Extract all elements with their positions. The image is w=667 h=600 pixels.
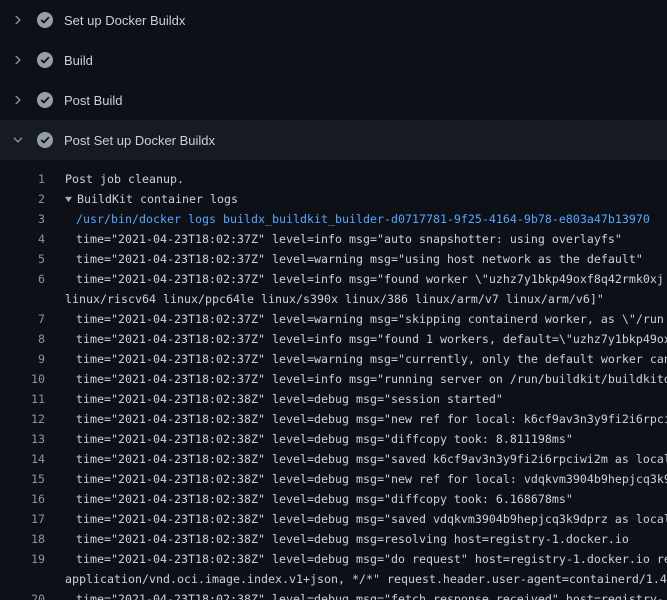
check-circle-icon [37,92,53,108]
log-line-text: time="2021-04-23T18:02:37Z" level=info m… [76,229,622,249]
log-line-number[interactable]: 20 [0,589,45,600]
log-line-number[interactable]: 7 [0,309,45,329]
log-line: 19 time="2021-04-23T18:02:38Z" level=deb… [0,549,667,569]
log-line: 11 time="2021-04-23T18:02:38Z" level=deb… [0,389,667,409]
log-line-text: time="2021-04-23T18:02:38Z" level=debug … [76,509,667,529]
check-circle-icon [37,12,53,28]
log-line-text: time="2021-04-23T18:02:38Z" level=debug … [76,489,573,509]
log-line-number[interactable]: 18 [0,529,45,549]
log-line-text: time="2021-04-23T18:02:38Z" level=debug … [76,549,667,569]
log-line-text: time="2021-04-23T18:02:38Z" level=debug … [76,429,573,449]
log-line-number[interactable]: 15 [0,469,45,489]
log-line: 10 time="2021-04-23T18:02:37Z" level=inf… [0,369,667,389]
log-line-number[interactable]: 4 [0,229,45,249]
collapse-triangle-icon[interactable] [65,196,72,203]
log-line-number[interactable]: 2 [0,189,45,209]
log-line-number[interactable]: 17 [0,509,45,529]
log-line-text: time="2021-04-23T18:02:37Z" level=info m… [76,369,667,389]
log-line-text: time="2021-04-23T18:02:38Z" level=debug … [76,529,629,549]
step-title: Post Build [64,93,123,108]
log-line: 14 time="2021-04-23T18:02:38Z" level=deb… [0,449,667,469]
log-line: linux/riscv64 linux/ppc64le linux/s390x … [0,289,667,309]
log-line-text: time="2021-04-23T18:02:37Z" level=warnin… [76,309,664,329]
log-line-text: BuildKit container logs [65,189,238,209]
log-line-number[interactable]: 5 [0,249,45,269]
log-line-number[interactable]: 12 [0,409,45,429]
log-line-number[interactable]: 6 [0,269,45,289]
step-header-0[interactable]: Set up Docker Buildx [0,0,667,40]
log-line-number[interactable]: 14 [0,449,45,469]
log-line-number[interactable]: 8 [0,329,45,349]
log-line: 17 time="2021-04-23T18:02:38Z" level=deb… [0,509,667,529]
log-line-text: time="2021-04-23T18:02:38Z" level=debug … [76,469,667,489]
log-line: 12 time="2021-04-23T18:02:38Z" level=deb… [0,409,667,429]
log-line-number[interactable]: 10 [0,369,45,389]
log-line-number[interactable]: 11 [0,389,45,409]
log-line: application/vnd.oci.image.index.v1+json,… [0,569,667,589]
log-line: 1 Post job cleanup. [0,169,667,189]
log-line-text: application/vnd.oci.image.index.v1+json,… [65,569,667,589]
log-line-text: time="2021-04-23T18:02:37Z" level=warnin… [76,249,643,269]
log-line-number[interactable]: 19 [0,549,45,569]
log-line-text: time="2021-04-23T18:02:38Z" level=debug … [76,409,667,429]
log-line: 6 time="2021-04-23T18:02:37Z" level=info… [0,269,667,289]
chevron-right-icon [12,54,24,66]
log-line-text: linux/riscv64 linux/ppc64le linux/s390x … [65,289,604,309]
log-line-text: time="2021-04-23T18:02:37Z" level=warnin… [76,349,667,369]
log-line: 4 time="2021-04-23T18:02:37Z" level=info… [0,229,667,249]
log-line-number[interactable]: 3 [0,209,45,229]
log-line: 15 time="2021-04-23T18:02:38Z" level=deb… [0,469,667,489]
log-line-text: time="2021-04-23T18:02:37Z" level=info m… [76,329,667,349]
log-line-number[interactable]: 16 [0,489,45,509]
chevron-right-icon [12,94,24,106]
workflow-steps-list: Set up Docker Buildx Build Post Build Po… [0,0,667,160]
step-header-2[interactable]: Post Build [0,80,667,120]
log-line: 16 time="2021-04-23T18:02:38Z" level=deb… [0,489,667,509]
step-header-1[interactable]: Build [0,40,667,80]
chevron-right-icon [12,14,24,26]
log-line-number[interactable] [0,289,45,309]
step-title: Build [64,53,93,68]
log-line: 9 time="2021-04-23T18:02:37Z" level=warn… [0,349,667,369]
log-line: 3 /usr/bin/docker logs buildx_buildkit_b… [0,209,667,229]
log-line: 18 time="2021-04-23T18:02:38Z" level=deb… [0,529,667,549]
log-line-text: time="2021-04-23T18:02:38Z" level=debug … [76,449,667,469]
log-line-text: time="2021-04-23T18:02:37Z" level=info m… [76,269,664,289]
log-line: 20 time="2021-04-23T18:02:38Z" level=deb… [0,589,667,600]
log-group-header: 2 BuildKit container logs [0,189,667,209]
log-line-number[interactable]: 13 [0,429,45,449]
log-line-number[interactable] [0,569,45,589]
step-title: Post Set up Docker Buildx [64,133,215,148]
log-line-text: /usr/bin/docker logs buildx_buildkit_bui… [76,209,650,229]
log-line-number[interactable]: 1 [0,169,45,189]
step-log-output: 1 Post job cleanup. 2 BuildKit container… [0,160,667,600]
log-line-number[interactable]: 9 [0,349,45,369]
step-header-3[interactable]: Post Set up Docker Buildx [0,120,667,160]
step-title: Set up Docker Buildx [64,13,185,28]
log-line: 5 time="2021-04-23T18:02:37Z" level=warn… [0,249,667,269]
log-line: 8 time="2021-04-23T18:02:37Z" level=info… [0,329,667,349]
log-line-text: Post job cleanup. [65,169,184,189]
log-line: 13 time="2021-04-23T18:02:38Z" level=deb… [0,429,667,449]
chevron-down-icon [12,134,24,146]
check-circle-icon [37,52,53,68]
log-line-text: time="2021-04-23T18:02:38Z" level=debug … [76,389,503,409]
log-line-text: time="2021-04-23T18:02:38Z" level=debug … [76,589,664,600]
check-circle-icon [37,132,53,148]
log-line: 7 time="2021-04-23T18:02:37Z" level=warn… [0,309,667,329]
